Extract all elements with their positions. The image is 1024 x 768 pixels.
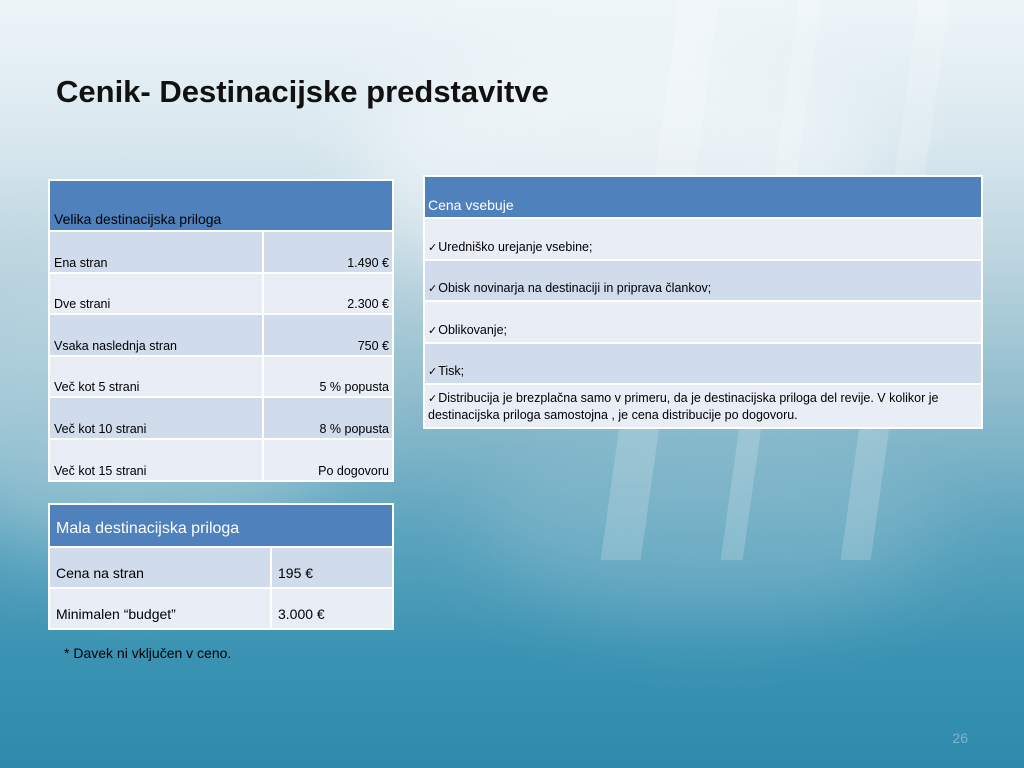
row-price: Po dogovoru: [262, 437, 394, 482]
checkmark-icon: ✓: [428, 323, 438, 337]
row-label: Dve strani: [47, 271, 265, 316]
table-row: ✓Uredniško urejanje vsebine;: [423, 217, 983, 261]
checkmark-icon: ✓: [428, 392, 438, 405]
row-label: Vsaka naslednja stran: [47, 313, 265, 357]
row-label: Cena na stran: [48, 546, 272, 589]
row-price: 1.490 €: [262, 230, 394, 274]
list-item-text: Distribucija je brezplačna samo v primer…: [428, 391, 939, 422]
table-row: ✓Obisk novinarja na destinaciji in pripr…: [423, 258, 983, 302]
table-row: ✓Distribucija je brezplačna samo v prime…: [423, 383, 983, 429]
row-price: 8 % popusta: [262, 396, 394, 440]
list-item: ✓Uredniško urejanje vsebine;: [423, 217, 983, 261]
list-item: ✓Tisk;: [423, 341, 983, 385]
list-item: ✓Distribucija je brezplačna samo v prime…: [423, 383, 983, 429]
list-item-text: Oblikovanje;: [438, 322, 508, 337]
list-item: ✓Oblikovanje;: [423, 300, 983, 344]
velika-price-table: Velika destinacijska priloga Ena stran 1…: [47, 179, 394, 482]
cena-vsebuje-table: Cena vsebuje ✓Uredniško urejanje vsebine…: [423, 175, 983, 429]
mala-table-header: Mala destinacijska priloga: [48, 503, 394, 548]
mala-price-table: Mala destinacijska priloga Cena na stran…: [48, 503, 394, 630]
table-row: Več kot 10 strani 8 % popusta: [47, 396, 394, 440]
row-label: Minimalen “budget”: [48, 587, 272, 630]
row-label: Ena stran: [47, 230, 265, 274]
slide-title: Cenik- Destinacijske predstavitve: [56, 74, 549, 109]
velika-table-header: Velika destinacijska priloga: [48, 179, 394, 232]
table-row: Dve strani 2.300 €: [47, 271, 394, 316]
table-row: ✓Oblikovanje;: [423, 300, 983, 344]
list-item-text: Obisk novinarja na destinaciji in pripra…: [438, 281, 712, 295]
tax-note: * Davek ni vključen v ceno.: [64, 645, 232, 661]
checkmark-icon: ✓: [428, 365, 438, 378]
list-item-text: Uredniško urejanje vsebine;: [438, 239, 593, 254]
row-label: Več kot 15 strani: [47, 437, 265, 482]
list-item-text: Tisk;: [438, 364, 465, 378]
row-price: 3.000 €: [270, 587, 394, 630]
table-row: ✓Tisk;: [423, 341, 983, 385]
table-row: Vsaka naslednja stran 750 €: [47, 313, 394, 357]
table-row: Cena na stran 195 €: [48, 546, 394, 589]
row-label: Več kot 5 strani: [47, 354, 265, 399]
row-price: 195 €: [270, 546, 394, 589]
table-row: Minimalen “budget” 3.000 €: [48, 587, 394, 630]
row-price: 750 €: [262, 313, 394, 357]
table-row: Več kot 15 strani Po dogovoru: [47, 437, 394, 482]
table-row: Ena stran 1.490 €: [47, 230, 394, 274]
checkmark-icon: ✓: [428, 240, 438, 254]
table-row: Več kot 5 strani 5 % popusta: [47, 354, 394, 399]
row-price: 5 % popusta: [262, 354, 394, 399]
cena-table-header: Cena vsebuje: [423, 175, 983, 219]
checkmark-icon: ✓: [428, 282, 438, 295]
page-number: 26: [952, 730, 968, 746]
row-label: Več kot 10 strani: [47, 396, 265, 440]
row-price: 2.300 €: [262, 271, 394, 316]
list-item: ✓Obisk novinarja na destinaciji in pripr…: [423, 258, 983, 302]
